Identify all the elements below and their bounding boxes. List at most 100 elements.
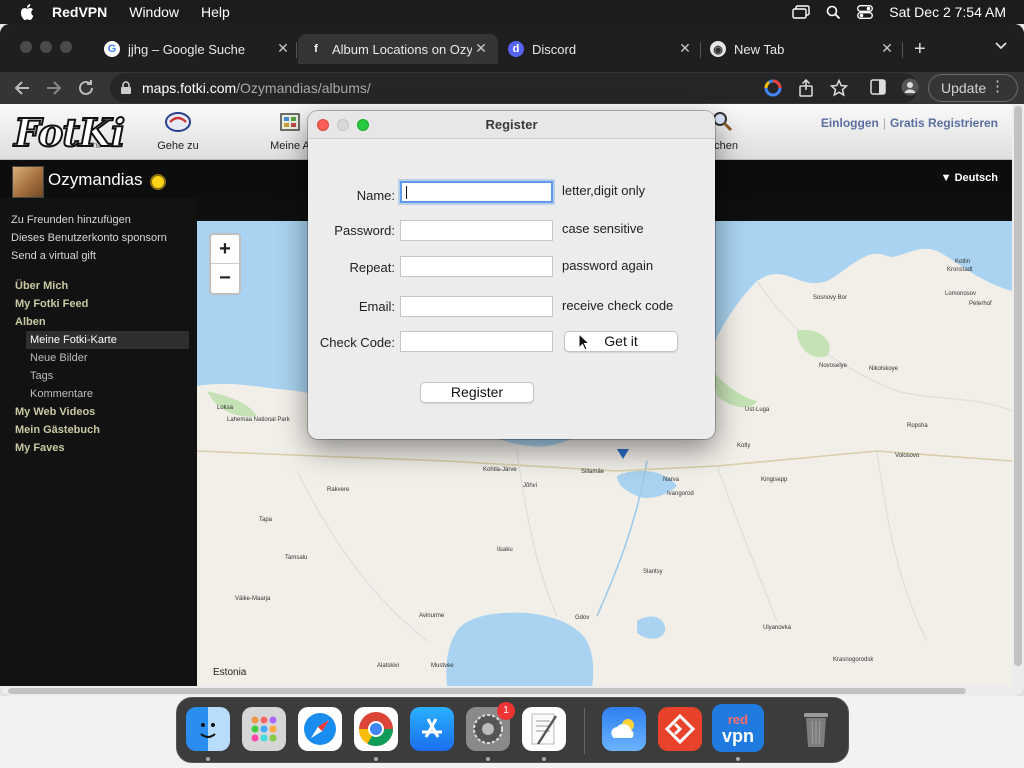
sidebar-item-neue-bilder[interactable]: Neue Bilder	[30, 352, 87, 364]
password-field[interactable]	[400, 220, 553, 241]
nav-gehe-zu[interactable]: Gehe zu	[150, 110, 206, 152]
dialog-close-button[interactable]	[317, 119, 329, 131]
map-label: Novoselye	[819, 363, 848, 369]
dock-separator	[584, 708, 585, 754]
auth-links: Einloggen | Gratis Registrieren	[820, 116, 998, 130]
close-tab-icon[interactable]: ✕	[678, 41, 692, 55]
user-avatar[interactable]	[12, 166, 44, 198]
finder-icon[interactable]	[186, 707, 230, 751]
mouse-pointer-icon	[578, 333, 590, 351]
repeat-password-field[interactable]	[400, 256, 553, 277]
spotlight-search-icon[interactable]	[826, 5, 841, 20]
register-button[interactable]: Register	[420, 382, 534, 403]
launchpad-icon[interactable]	[242, 707, 286, 751]
chrome-icon: ◉	[710, 41, 726, 57]
fotki-logo[interactable]: FotKi	[13, 109, 126, 156]
more-menu-icon[interactable]: ⋮	[990, 79, 1005, 94]
app-store-icon[interactable]	[410, 707, 454, 751]
sidebar-item-fotki-karte[interactable]: Meine Fotki-Karte	[26, 331, 189, 349]
map-label: Kingisepp	[761, 477, 788, 483]
check-code-label: Check Code:	[319, 335, 395, 350]
sidebar-item-alben[interactable]: Alben	[15, 316, 46, 328]
dialog-minimize-button[interactable]	[337, 119, 349, 131]
safari-icon[interactable]	[298, 707, 342, 751]
dialog-zoom-button[interactable]	[357, 119, 369, 131]
map-label: Nikolskoye	[869, 366, 899, 372]
sidebar-item-web-videos[interactable]: My Web Videos	[15, 406, 95, 418]
url-text[interactable]: maps.fotki.com/Ozymandias/albums/	[142, 80, 371, 96]
tab-discord[interactable]: d Discord ✕	[508, 34, 692, 64]
google-icon: G	[104, 41, 120, 57]
email-field[interactable]	[400, 296, 553, 317]
register-link[interactable]: Gratis Registrieren	[890, 116, 998, 130]
sidebar-item-fotki-feed[interactable]: My Fotki Feed	[15, 298, 88, 310]
close-tab-icon[interactable]: ✕	[474, 41, 488, 55]
map-label: Gdov	[575, 615, 590, 621]
google-lens-icon[interactable]	[764, 79, 782, 97]
sidebar-add-friend[interactable]: Zu Freunden hinzufügen	[11, 214, 131, 226]
map-label: Lahemaa National Park	[227, 417, 290, 423]
window-minimize-button[interactable]	[40, 41, 52, 53]
login-link[interactable]: Einloggen	[821, 116, 879, 130]
map-country-label: Estonia	[213, 667, 247, 678]
window-zoom-button[interactable]	[60, 41, 72, 53]
tab-album-locations[interactable]: f Album Locations on Ozy ✕	[298, 34, 498, 64]
map-label: Tamsalu	[285, 555, 308, 561]
sidebar-virtual-gift[interactable]: Send a virtual gift	[11, 250, 96, 262]
reload-icon[interactable]	[76, 78, 96, 98]
sidebar-item-gaestebuch[interactable]: Mein Gästebuch	[15, 424, 100, 436]
profile-avatar-icon[interactable]	[901, 78, 919, 96]
back-arrow-icon[interactable]	[12, 78, 32, 98]
lock-icon[interactable]	[120, 81, 132, 95]
new-tab-button[interactable]: +	[914, 39, 926, 59]
sidebar-item-ueber-mich[interactable]: Über Mich	[15, 280, 68, 292]
remote-desktop-icon[interactable]	[658, 707, 702, 751]
zoom-out-button[interactable]: −	[211, 264, 239, 293]
map-label: Iisaku	[497, 547, 513, 553]
map-label: Narva	[663, 477, 680, 483]
map-label: Volosovo	[895, 453, 920, 459]
forward-arrow-icon[interactable]	[44, 78, 64, 98]
sidebar-item-faves[interactable]: My Faves	[15, 442, 65, 454]
page-vertical-scrollbar[interactable]	[1012, 104, 1024, 696]
name-field[interactable]	[400, 181, 553, 203]
sidebar-sponsor[interactable]: Dieses Benutzerkonto sponsorn	[11, 232, 167, 244]
apple-menu-icon[interactable]	[20, 4, 34, 20]
menu-window[interactable]: Window	[129, 4, 179, 20]
textedit-icon[interactable]	[522, 707, 566, 751]
tab-search-chevron-icon[interactable]	[994, 41, 1008, 51]
chrome-dock-icon[interactable]	[354, 707, 398, 751]
screen-mirroring-icon[interactable]	[792, 5, 810, 19]
map-label: Kotlin	[955, 259, 971, 265]
sidebar-item-kommentare[interactable]: Kommentare	[30, 388, 93, 400]
check-code-field[interactable]	[400, 331, 553, 352]
redvpn-icon[interactable]: red vpn	[712, 704, 764, 752]
language-selector[interactable]: ▼ Deutsch	[941, 172, 998, 184]
window-close-button[interactable]	[20, 41, 32, 53]
dialog-title: Register	[308, 111, 715, 139]
close-tab-icon[interactable]: ✕	[880, 41, 894, 55]
bookmark-star-icon[interactable]	[830, 79, 848, 97]
map-label: Ivangorod	[667, 491, 694, 497]
share-icon[interactable]	[798, 79, 814, 97]
menu-help[interactable]: Help	[201, 4, 230, 20]
menubar-clock[interactable]: Sat Dec 2 7:54 AM	[889, 4, 1006, 20]
map-label: Ust-Luga	[745, 407, 770, 413]
tab-google-suche[interactable]: G jjhg – Google Suche ✕	[104, 34, 290, 64]
side-panel-icon[interactable]	[870, 78, 886, 96]
trash-icon[interactable]	[794, 707, 838, 751]
control-center-icon[interactable]	[857, 5, 874, 19]
app-menu-redvpn[interactable]: RedVPN	[52, 4, 107, 20]
map-label: Väike-Maarja	[235, 596, 271, 602]
sidebar-item-tags[interactable]: Tags	[30, 370, 53, 382]
username[interactable]: Ozymandias	[48, 170, 142, 190]
address-bar[interactable]: maps.fotki.com/Ozymandias/albums/	[110, 73, 918, 103]
page-horizontal-scrollbar[interactable]	[0, 686, 1012, 696]
close-tab-icon[interactable]: ✕	[276, 41, 290, 55]
update-button[interactable]: Update ⋮	[928, 74, 1018, 102]
go-to-icon	[164, 110, 192, 134]
weather-icon[interactable]	[602, 707, 646, 751]
zoom-in-button[interactable]: +	[211, 235, 239, 264]
tab-new-tab[interactable]: ◉ New Tab ✕	[710, 34, 894, 64]
map-label: Peterhof	[969, 301, 992, 307]
